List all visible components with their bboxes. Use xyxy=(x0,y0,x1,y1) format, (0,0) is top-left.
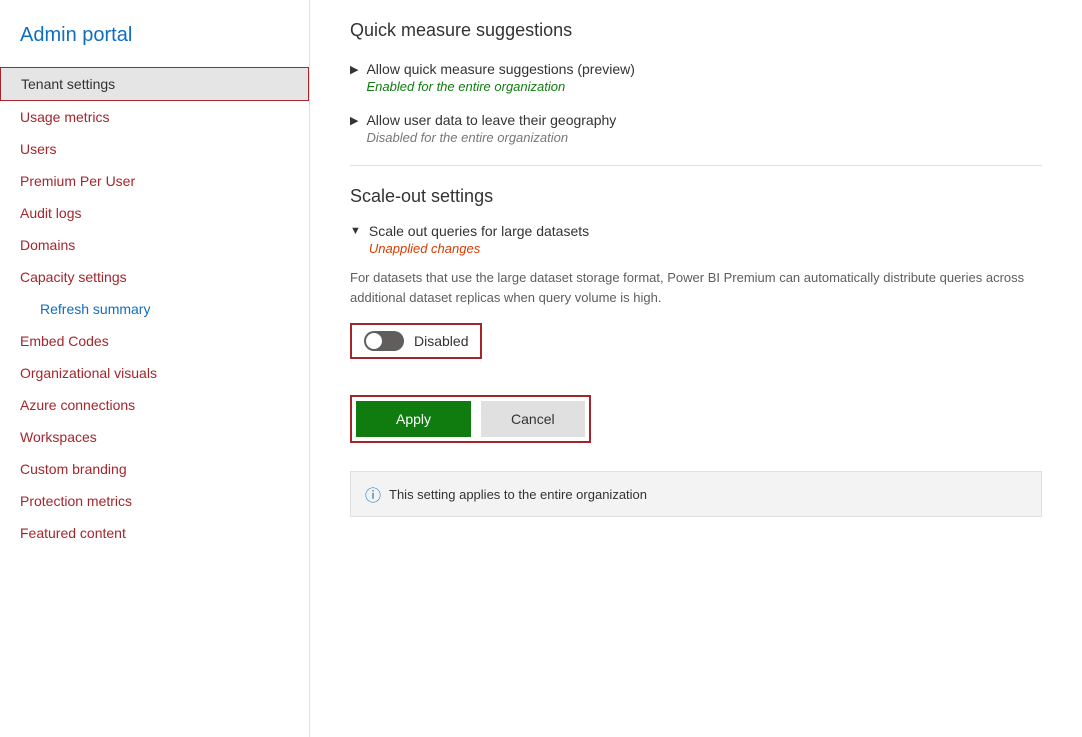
sidebar-item-embed-codes[interactable]: Embed Codes xyxy=(0,325,309,357)
sidebar-item-custom-branding[interactable]: Custom branding xyxy=(0,453,309,485)
scale-out-title: Scale-out settings xyxy=(350,186,1042,207)
section-divider xyxy=(350,165,1042,166)
sidebar-item-organizational-visuals[interactable]: Organizational visuals xyxy=(0,357,309,389)
action-buttons: Apply Cancel xyxy=(350,395,591,443)
info-icon: ⓘ xyxy=(365,482,381,506)
quick-measure-item-1: ▶ Allow quick measure suggestions (previ… xyxy=(350,61,1042,94)
sidebar-item-capacity-settings[interactable]: Capacity settings xyxy=(0,261,309,293)
scale-out-section: Scale-out settings ▼ Scale out queries f… xyxy=(350,186,1042,517)
expand-icon-2[interactable]: ▶ xyxy=(350,114,358,127)
quick-measure-item-2-title: Allow user data to leave their geography xyxy=(366,112,616,128)
sidebar-item-domains[interactable]: Domains xyxy=(0,229,309,261)
scale-out-item-title: Scale out queries for large datasets xyxy=(369,223,589,239)
quick-measure-title: Quick measure suggestions xyxy=(350,20,1042,41)
collapse-icon[interactable]: ▼ xyxy=(350,225,361,237)
toggle-label: Disabled xyxy=(414,333,468,349)
expand-icon-1[interactable]: ▶ xyxy=(350,63,358,76)
main-content: Quick measure suggestions ▶ Allow quick … xyxy=(310,0,1082,737)
sidebar-item-featured-content[interactable]: Featured content xyxy=(0,517,309,549)
quick-measure-item-2-status: Disabled for the entire organization xyxy=(366,130,616,145)
sidebar-item-workspaces[interactable]: Workspaces xyxy=(0,421,309,453)
sidebar-item-premium-per-user[interactable]: Premium Per User xyxy=(0,165,309,197)
scale-out-toggle[interactable] xyxy=(364,331,404,351)
apply-button[interactable]: Apply xyxy=(356,401,471,437)
quick-measure-item-2: ▶ Allow user data to leave their geograp… xyxy=(350,112,1042,145)
scale-out-description: For datasets that use the large dataset … xyxy=(350,268,1042,307)
sidebar-item-users[interactable]: Users xyxy=(0,133,309,165)
toggle-container: Disabled xyxy=(350,323,482,359)
sidebar-item-tenant-settings[interactable]: Tenant settings xyxy=(0,67,309,101)
sidebar-item-audit-logs[interactable]: Audit logs xyxy=(0,197,309,229)
sidebar-item-protection-metrics[interactable]: Protection metrics xyxy=(0,485,309,517)
sidebar-item-azure-connections[interactable]: Azure connections xyxy=(0,389,309,421)
app-title: Admin portal xyxy=(0,16,309,67)
scale-out-item: ▼ Scale out queries for large datasets U… xyxy=(350,223,1042,256)
quick-measure-item-1-status: Enabled for the entire organization xyxy=(366,79,634,94)
quick-measure-item-1-title: Allow quick measure suggestions (preview… xyxy=(366,61,634,77)
cancel-button[interactable]: Cancel xyxy=(481,401,585,437)
info-text: This setting applies to the entire organ… xyxy=(389,487,647,502)
sidebar: Admin portal Tenant settings Usage metri… xyxy=(0,0,310,737)
sidebar-item-usage-metrics[interactable]: Usage metrics xyxy=(0,101,309,133)
sidebar-item-refresh-summary[interactable]: Refresh summary xyxy=(0,293,309,325)
info-bar: ⓘ This setting applies to the entire org… xyxy=(350,471,1042,517)
unapplied-changes-label: Unapplied changes xyxy=(369,241,589,256)
quick-measure-section: Quick measure suggestions ▶ Allow quick … xyxy=(350,20,1042,145)
